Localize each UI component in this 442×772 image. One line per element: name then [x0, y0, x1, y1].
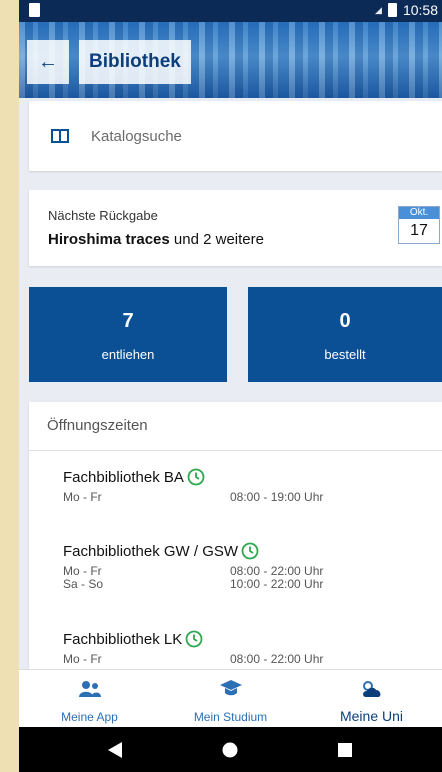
library-name: Fachbibliothek LK [63, 630, 183, 648]
people-icon [78, 681, 101, 697]
borrowed-tile[interactable]: 7 entliehen [29, 287, 227, 382]
graduation-cap-icon [219, 680, 242, 696]
borrowed-label: entliehen [101, 347, 155, 362]
recents-square-icon[interactable] [338, 742, 352, 757]
time-range: 08:00 - 22:00 Uhr [230, 652, 324, 666]
time-range: 10:00 - 22:00 Uhr [230, 577, 324, 591]
bottom-navigation: Meine App Mein Studium Meine Uni [19, 669, 442, 728]
arrow-left-icon: ← [38, 50, 58, 73]
days: Sa - So [63, 577, 104, 591]
back-triangle-icon[interactable] [108, 741, 122, 758]
phone-screen: ◢ 10:58 ← Bibliothek Katalogsuche Nächst… [19, 0, 442, 772]
ordered-tile[interactable]: 0 bestellt [248, 287, 442, 382]
sd-card-icon [29, 3, 40, 17]
book-open-icon [51, 129, 69, 143]
library-name: Fachbibliothek GW / GSW [63, 542, 239, 560]
status-time: 10:58 [402, 2, 438, 18]
back-button[interactable]: ← [27, 40, 69, 84]
clock-icon [187, 468, 205, 486]
time-range: 08:00 - 19:00 Uhr [230, 490, 324, 504]
app-bar: ← Bibliothek [19, 22, 442, 98]
opening-hours-card: Öffnungszeiten Fachbibliothek BA Mo - Fr… [29, 402, 442, 682]
calendar-day: 17 [410, 222, 428, 239]
calendar-month: Okt. [399, 207, 439, 219]
weather-icon [362, 681, 380, 697]
clock-icon [241, 542, 259, 560]
next-return-value: Hiroshima traces und 2 weitere [48, 231, 264, 248]
borrowed-count: 7 [122, 310, 134, 332]
opening-hours-heading: Öffnungszeiten [29, 402, 442, 451]
page-title: Bibliothek [79, 40, 191, 84]
calendar-date-badge: Okt. 17 [398, 206, 440, 244]
nav-meine-uni[interactable]: Meine Uni [301, 670, 442, 728]
battery-icon [387, 3, 397, 17]
nav-label: Meine Uni [339, 708, 404, 724]
next-return-label: Nächste Rückgabe [48, 208, 158, 223]
home-circle-icon[interactable] [222, 742, 238, 758]
clock-icon [185, 630, 203, 648]
nav-meine-app[interactable]: Meine App [19, 670, 160, 728]
signal-icon: ◢ [375, 4, 382, 15]
ordered-label: bestellt [324, 347, 366, 362]
system-navigation-bar [19, 727, 442, 772]
library-entry[interactable]: Fachbibliothek LK Mo - Fr 08:00 - 22:00 U… [63, 630, 323, 666]
nav-label: Mein Studium [193, 710, 268, 724]
catalog-search-label: Katalogsuche [91, 127, 182, 145]
nav-label: Meine App [61, 710, 118, 724]
library-entry[interactable]: Fachbibliothek GW / GSW Mo - Fr 08:00 - 2… [63, 542, 323, 591]
library-entry[interactable]: Fachbibliothek BA Mo - Fr 08:00 - 19:00 U… [63, 468, 323, 504]
days: Mo - Fr [63, 490, 102, 504]
catalog-search-card[interactable]: Katalogsuche [29, 101, 442, 171]
next-return-card[interactable]: Nächste Rückgabe Hiroshima traces und 2 … [29, 190, 442, 266]
next-return-more: und 2 weitere [169, 231, 264, 248]
next-return-title: Hiroshima traces [48, 231, 170, 248]
library-name: Fachbibliothek BA [63, 468, 184, 486]
nav-mein-studium[interactable]: Mein Studium [160, 670, 301, 728]
ordered-count: 0 [339, 310, 351, 332]
status-bar: ◢ 10:58 [19, 0, 442, 22]
days: Mo - Fr [63, 652, 102, 666]
